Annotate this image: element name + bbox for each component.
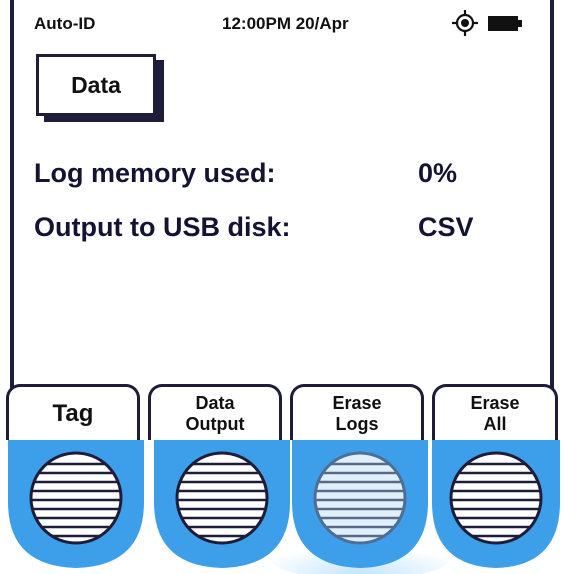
data-menu-button[interactable]: Data <box>36 54 156 116</box>
log-memory-label: Log memory used: <box>34 158 276 188</box>
device-screen: Auto-ID 12:00PM 20/Apr Data Log memory u… <box>10 0 554 436</box>
log-memory-value: 0% <box>418 158 458 188</box>
battery-full-icon <box>488 16 522 31</box>
softkey-data-output-line2: Output <box>185 413 245 434</box>
hardware-button-3-pressed[interactable] <box>270 440 450 574</box>
hardware-button-2[interactable] <box>154 440 290 568</box>
hardware-button-1[interactable] <box>8 440 144 568</box>
softkey-data-output-line1: Data <box>195 392 235 413</box>
mode-indicator: Auto-ID <box>34 14 96 33</box>
softkey-tag[interactable]: Tag <box>6 384 140 440</box>
softkey-erase-all-line1: Erase <box>470 392 520 413</box>
softkey-tag-label: Tag <box>52 400 94 427</box>
softkey-erase-logs[interactable]: Erase Logs <box>290 384 424 440</box>
hardware-button-4[interactable] <box>432 440 560 568</box>
softkey-erase-logs-line2: Logs <box>335 413 379 434</box>
locate-icon <box>452 10 478 36</box>
usb-output-label: Output to USB disk: <box>34 212 291 242</box>
hardware-button-row <box>8 440 560 574</box>
softkey-erase-all[interactable]: Erase All <box>432 384 558 440</box>
softkey-data-output[interactable]: Data Output <box>148 384 282 440</box>
usb-output-value: CSV <box>418 212 474 242</box>
softkey-erase-logs-line1: Erase <box>332 392 382 413</box>
softkey-erase-all-line2: All <box>483 413 507 434</box>
time-date: 12:00PM 20/Apr <box>222 14 349 33</box>
